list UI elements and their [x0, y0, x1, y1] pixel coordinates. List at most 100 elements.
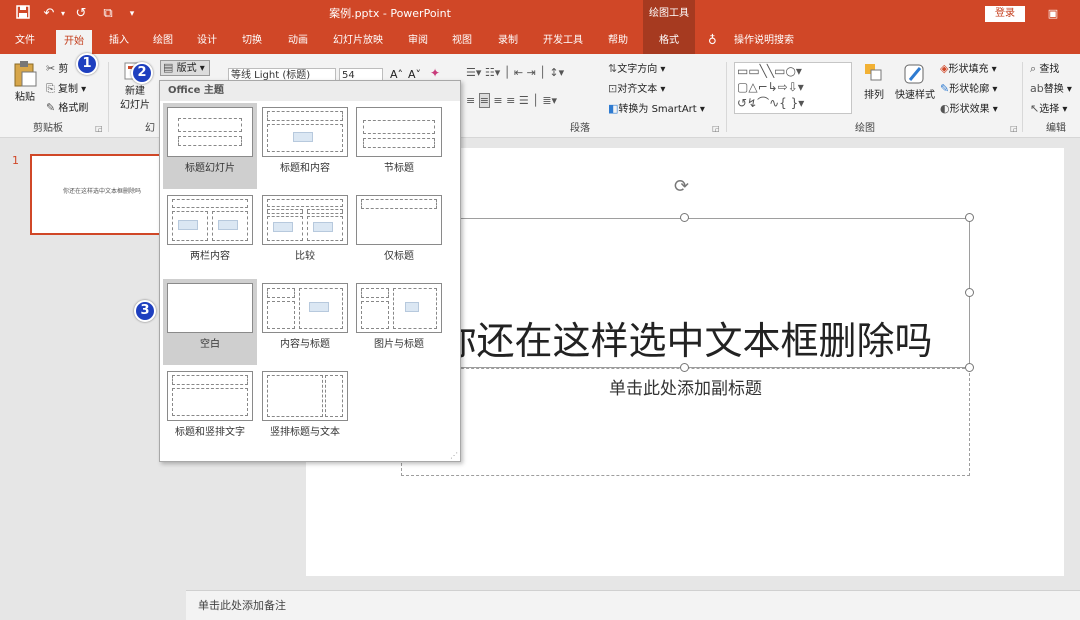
paste-icon — [14, 61, 37, 87]
layout-two-content[interactable]: 两栏内容 — [163, 191, 257, 277]
align-text-button[interactable]: ⊡对齐文本 ▾ — [608, 82, 665, 97]
save-icon[interactable] — [14, 5, 32, 23]
tab-developer[interactable]: 开发工具 — [534, 28, 592, 54]
customize-icon[interactable]: ▾ — [126, 5, 138, 23]
lightbulb-icon: ♁ — [708, 33, 717, 47]
select-button[interactable]: ↖选择 ▾ — [1030, 102, 1067, 117]
tab-help[interactable]: 帮助 — [600, 28, 636, 54]
paste-button[interactable]: 粘贴 — [10, 60, 40, 120]
slide-subtitle[interactable]: 单击此处添加副标题 — [401, 374, 970, 399]
shape-outline-button[interactable]: ✎形状轮廓 ▾ — [940, 82, 997, 97]
shapes-gallery[interactable]: ▭▭╲╲▭○▾ ▢△⌐↳⇨⇩▾ ↺↯⌒∿{ }▾ — [734, 62, 852, 114]
smartart-icon: ◧ — [608, 102, 619, 115]
copy-icon: ⎘ — [46, 82, 55, 95]
text-direction-button[interactable]: ⇅文字方向 ▾ — [608, 62, 665, 77]
layout-preview — [262, 195, 348, 245]
format-painter-button[interactable]: ✎ 格式刷 — [46, 101, 88, 116]
replace-button[interactable]: ab替换 ▾ — [1030, 82, 1072, 97]
slide-thumbnail[interactable]: 你还在这样选中文本框删除吗 — [30, 154, 174, 235]
resize-grip-icon[interactable]: ⋰ — [450, 451, 458, 460]
clear-format-icon[interactable]: ✦ — [430, 66, 440, 80]
layout-title-vertical-text[interactable]: 标题和竖排文字 — [163, 367, 257, 453]
tab-format[interactable]: 格式 — [643, 28, 695, 54]
shape-effects-button[interactable]: ◐形状效果 ▾ — [940, 102, 998, 117]
scissors-icon: ✂ — [46, 62, 56, 75]
layout-preview — [167, 371, 253, 421]
title-bar: ↶ ▾ ↺ ⧉ ▾ 案例.pptx - PowerPoint 绘图工具 登录 ▣ — [0, 0, 1080, 28]
layout-vertical-title-text[interactable]: 竖排标题与文本 — [258, 367, 352, 453]
resize-handle[interactable] — [965, 213, 974, 222]
layout-title-only[interactable]: 仅标题 — [352, 191, 446, 277]
redo-icon[interactable]: ↺ — [72, 5, 90, 23]
layout-comparison[interactable]: 比较 — [258, 191, 352, 277]
pen-icon: ✎ — [940, 82, 950, 95]
layout-title-content[interactable]: 标题和内容 — [258, 103, 352, 189]
resize-handle[interactable] — [680, 213, 689, 222]
tab-review[interactable]: 审阅 — [400, 28, 436, 54]
layout-picture-caption[interactable]: 图片与标题 — [352, 279, 446, 365]
dialog-launcher-icon[interactable]: ◲ — [712, 124, 720, 133]
layout-preview — [167, 195, 253, 245]
tab-design[interactable]: 设计 — [190, 28, 224, 54]
tell-me-search[interactable]: 操作说明搜索 — [726, 28, 802, 54]
layout-blank[interactable]: 空白 — [163, 279, 257, 365]
list-buttons[interactable]: ☰▾ ☷▾ │ ⇤ ⇥ │ ↕▾ — [466, 66, 564, 80]
undo-dropdown-icon[interactable]: ▾ — [58, 5, 68, 23]
layout-preview — [262, 371, 348, 421]
window-title: 案例.pptx - PowerPoint — [329, 7, 451, 20]
step-badge-1: 1 — [76, 53, 98, 75]
layout-label: 仅标题 — [384, 251, 414, 262]
layout-content-caption[interactable]: 内容与标题 — [258, 279, 352, 365]
paste-label: 粘贴 — [15, 92, 35, 103]
layout-preview — [262, 107, 348, 157]
copy-button[interactable]: ⎘ 复制 ▾ — [46, 82, 86, 97]
ribbon-display-icon[interactable]: ▣ — [1044, 5, 1062, 23]
shape-outline-label: 形状轮廓 — [949, 84, 990, 95]
layout-title-slide[interactable]: 标题幻灯片 — [163, 103, 257, 189]
tab-view[interactable]: 视图 — [444, 28, 480, 54]
present-icon[interactable]: ⧉ — [98, 5, 118, 23]
layout-section-header[interactable]: 节标题 — [352, 103, 446, 189]
notes-pane[interactable]: 单击此处添加备注 — [186, 590, 1080, 620]
slide-number: 1 — [12, 154, 19, 167]
layout-label: 标题和内容 — [280, 163, 330, 174]
tab-transitions[interactable]: 切换 — [234, 28, 270, 54]
resize-handle[interactable] — [680, 363, 689, 372]
arrange-icon — [865, 64, 882, 81]
smartart-button[interactable]: ◧转换为 SmartArt ▾ — [608, 102, 705, 117]
paragraph-group-label: 段落 — [570, 123, 590, 134]
slide-title[interactable]: 你还在这样选中文本框删除吗 — [401, 313, 970, 369]
cut-button[interactable]: ✂ 剪 — [46, 62, 68, 77]
replace-label: 替换 — [1043, 84, 1064, 95]
drawing-group-label: 绘图 — [855, 123, 875, 134]
tab-draw[interactable]: 绘图 — [146, 28, 180, 54]
quick-styles-button[interactable]: 快速样式 — [892, 62, 938, 103]
login-button[interactable]: 登录 — [985, 6, 1025, 22]
find-button[interactable]: ⌕ 查找 — [1030, 62, 1059, 77]
tab-animations[interactable]: 动画 — [280, 28, 316, 54]
tab-file[interactable]: 文件 — [6, 28, 44, 54]
shape-fill-button[interactable]: ◈形状填充 ▾ — [940, 62, 997, 77]
dialog-launcher-icon[interactable]: ◲ — [95, 124, 103, 133]
rotate-handle-icon[interactable]: ⟳ — [674, 176, 689, 197]
tab-home[interactable]: 开始 — [56, 30, 92, 54]
align-buttons[interactable]: ≡ ≡ ≡ ≡ ☰ │ ≣▾ — [466, 93, 557, 108]
resize-handle[interactable] — [965, 288, 974, 297]
step-badge-2: 2 — [131, 62, 153, 84]
tab-insert[interactable]: 插入 — [102, 28, 136, 54]
undo-icon[interactable]: ↶ — [40, 5, 58, 23]
slides-group-label: 幻 — [145, 123, 155, 134]
dialog-launcher-icon[interactable]: ◲ — [1010, 124, 1018, 133]
tab-record[interactable]: 录制 — [490, 28, 526, 54]
cut-label: 剪 — [58, 64, 69, 75]
layout-button[interactable]: ▤ 版式 ▾ — [160, 60, 210, 76]
shape-effects-label: 形状效果 — [949, 104, 990, 115]
layout-icon: ▤ — [163, 61, 174, 74]
shape-fill-label: 形状填充 — [948, 64, 989, 75]
layout-label: 比较 — [295, 251, 315, 262]
format-painter-label: 格式刷 — [58, 103, 89, 114]
layout-label: 版式 — [176, 63, 197, 74]
tab-slideshow[interactable]: 幻灯片放映 — [324, 28, 392, 54]
resize-handle[interactable] — [965, 363, 974, 372]
arrange-button[interactable]: 排列 — [860, 62, 888, 103]
